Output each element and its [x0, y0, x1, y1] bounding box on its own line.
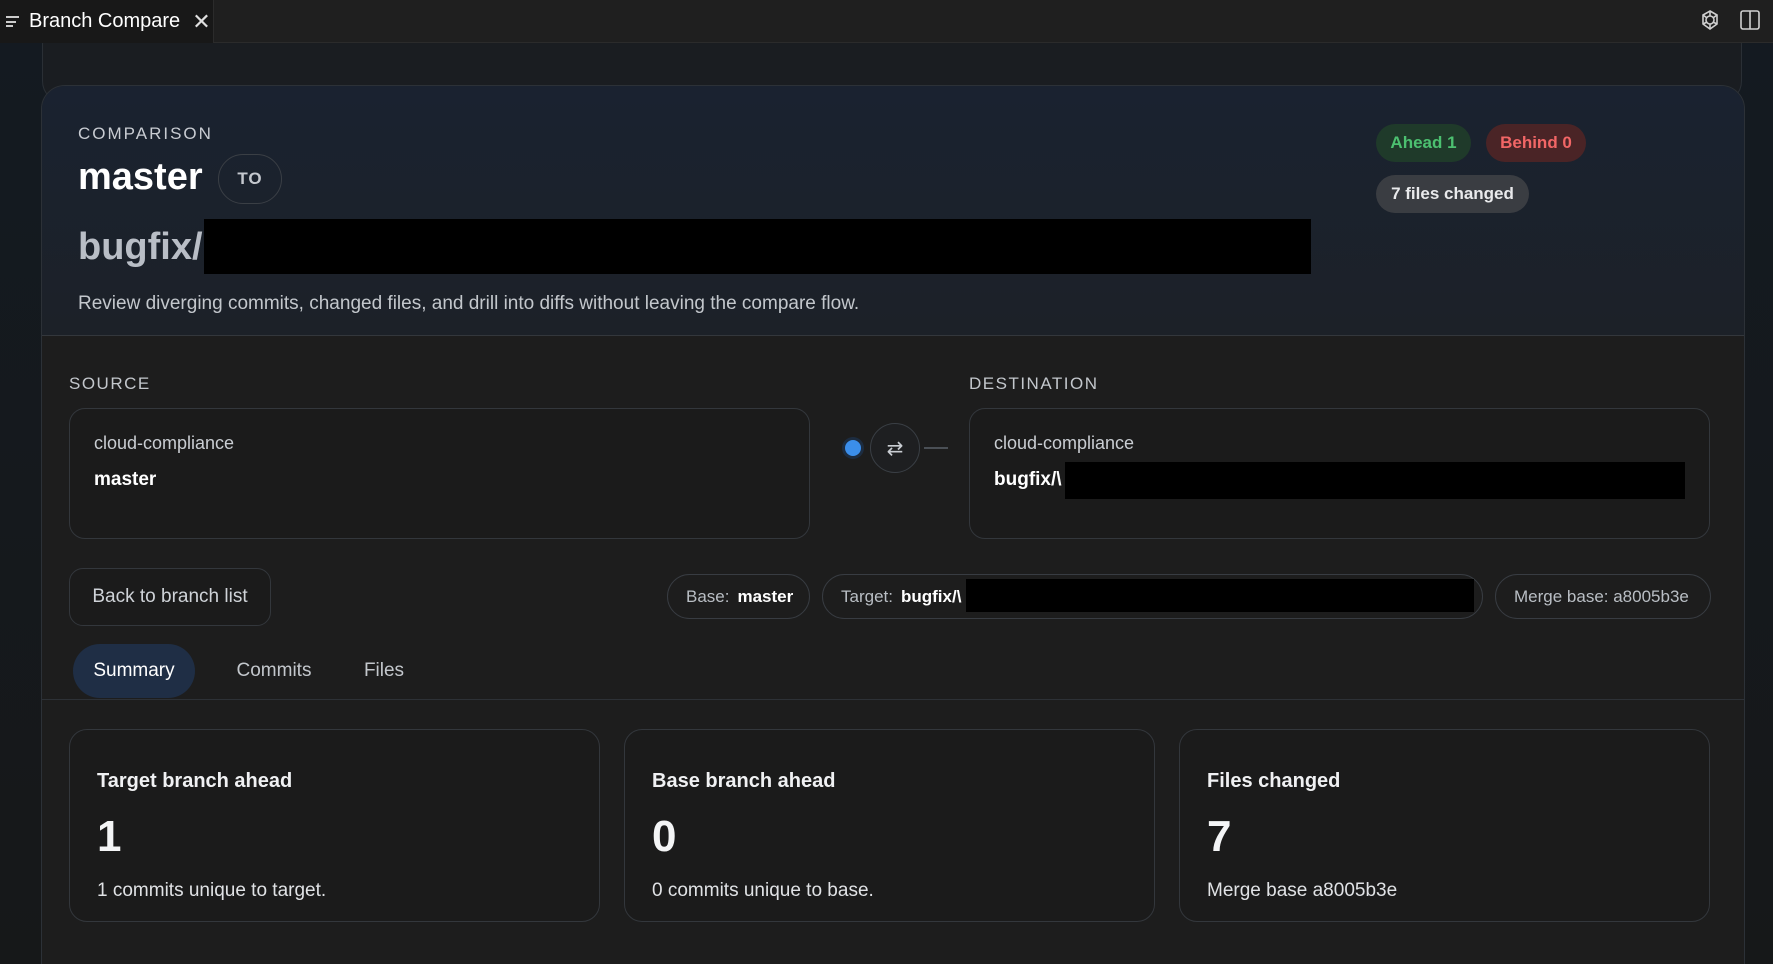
comparison-header: COMPARISON master TO bugfix/ Review dive…	[42, 86, 1744, 336]
stat-value: 7	[1207, 812, 1232, 861]
base-pill-value: master	[737, 586, 794, 606]
tab-files[interactable]: Files	[344, 644, 424, 698]
split-editor-icon[interactable]	[1737, 7, 1763, 33]
tab-title: Branch Compare	[29, 10, 181, 32]
to-pill: TO	[218, 154, 282, 204]
destination-repo: cloud-compliance	[994, 433, 1135, 453]
redaction-bar	[1065, 462, 1685, 499]
stat-value: 1	[97, 812, 122, 861]
list-icon	[6, 16, 19, 27]
source-branch: master	[94, 469, 157, 490]
stat-title: Files changed	[1207, 770, 1341, 792]
stat-subtitle: Merge base a8005b3e	[1207, 880, 1398, 901]
stat-card-base-ahead: Base branch ahead 0 0 commits unique to …	[624, 729, 1155, 922]
stat-card-files-changed: Files changed 7 Merge base a8005b3e	[1179, 729, 1710, 922]
source-branch-card[interactable]: cloud-compliance master	[69, 408, 810, 539]
target-branch-title: bugfix/	[78, 226, 203, 268]
comparison-description: Review diverging commits, changed files,…	[78, 293, 860, 314]
compare-page: COMPARISON master TO bugfix/ Review dive…	[0, 43, 1773, 964]
base-pill-label: Base:	[686, 586, 730, 606]
close-icon[interactable]: ✕	[192, 10, 210, 33]
redaction-bar	[204, 219, 1311, 274]
back-to-branch-list-button[interactable]: Back to branch list	[69, 568, 271, 626]
stat-subtitle: 0 commits unique to base.	[652, 880, 874, 901]
comparison-card: COMPARISON master TO bugfix/ Review dive…	[41, 85, 1745, 964]
editor-tab-bar: Branch Compare ✕	[0, 0, 1773, 43]
tab-summary[interactable]: Summary	[73, 644, 195, 698]
compare-tabs: Summary Commits Files	[42, 644, 1744, 700]
base-pill: Base: master	[667, 574, 810, 619]
openai-icon[interactable]	[1697, 7, 1723, 33]
target-pill-value: bugfix/\	[900, 586, 962, 606]
redaction-bar	[966, 579, 1474, 612]
source-repo: cloud-compliance	[94, 433, 235, 453]
stat-card-target-ahead: Target branch ahead 1 1 commits unique t…	[69, 729, 600, 922]
tab-branch-compare[interactable]: Branch Compare ✕	[0, 0, 214, 43]
destination-branch-card[interactable]: cloud-compliance bugfix/\	[969, 408, 1710, 539]
status-dot	[845, 440, 861, 456]
base-branch-title: master	[78, 156, 203, 198]
stat-subtitle: 1 commits unique to target.	[97, 880, 327, 901]
merge-base-pill: Merge base: a8005b3e	[1495, 574, 1711, 619]
behind-badge: Behind 0	[1486, 124, 1586, 162]
files-changed-badge: 7 files changed	[1376, 175, 1529, 213]
comparison-eyebrow: COMPARISON	[78, 124, 213, 143]
target-pill-label: Target:	[841, 586, 893, 606]
swap-icon[interactable]: ⇄	[870, 423, 920, 473]
tab-commits[interactable]: Commits	[219, 644, 329, 698]
titlebar-actions	[1697, 7, 1763, 33]
compare-connector: ⇄	[842, 423, 952, 473]
stat-title: Base branch ahead	[652, 770, 836, 792]
stat-value: 0	[652, 812, 677, 861]
destination-label: DESTINATION	[969, 374, 1099, 393]
stat-title: Target branch ahead	[97, 770, 293, 792]
source-label: SOURCE	[69, 374, 151, 393]
connector-line	[924, 447, 948, 449]
destination-branch: bugfix/\	[994, 469, 1062, 490]
ahead-badge: Ahead 1	[1376, 124, 1471, 162]
